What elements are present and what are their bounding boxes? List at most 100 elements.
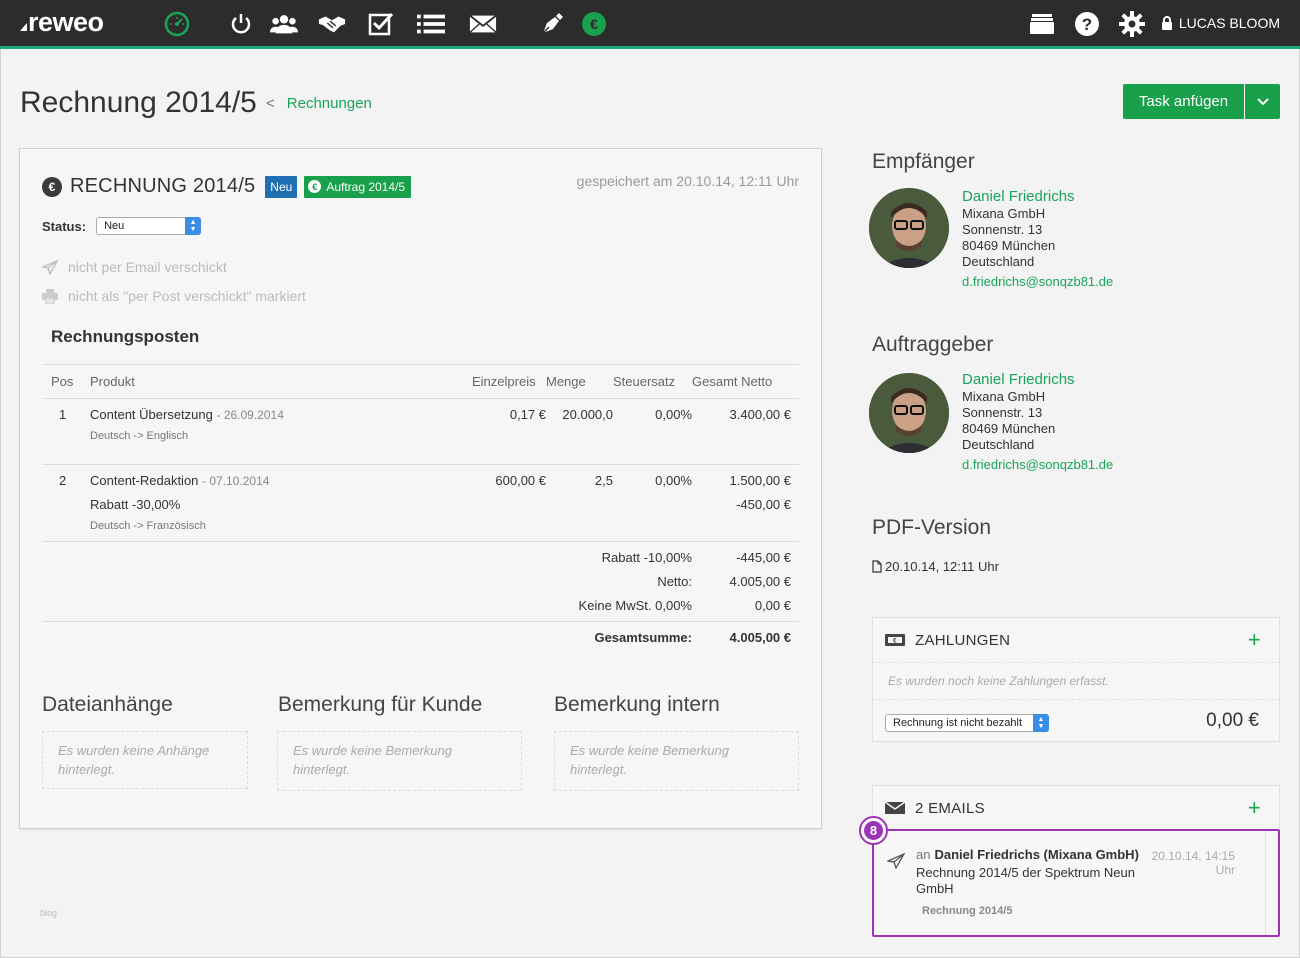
total-cell: 3.400,00 € — [729, 407, 791, 422]
user-menu[interactable]: LUCAS BLOOM — [1161, 15, 1280, 31]
email-tag: Rechnung 2014/5 — [922, 905, 1013, 917]
total-value: 0,00 € — [754, 597, 791, 613]
total-label: Netto: — [657, 573, 692, 589]
svg-text:€: € — [893, 639, 897, 645]
attachments-empty[interactable]: Es wurden keine Anhänge hinterlegt. — [42, 731, 248, 789]
total-row: Netto: 4.005,00 € — [42, 569, 799, 593]
table-row[interactable]: 2 Content-Redaktion - 07.10.2014 Rabatt … — [42, 464, 799, 544]
invoice-header: € RECHNUNG 2014/5 Neu € Auftrag 2014/5 — [42, 175, 412, 198]
total-row: Rabatt -10,00% -445,00 € — [42, 545, 799, 569]
svg-text:€: € — [590, 16, 598, 32]
finance-icon[interactable]: € — [580, 10, 608, 38]
archive-icon[interactable] — [1028, 10, 1056, 38]
recipient-contact: Daniel Friedrichs Mixana GmbH Sonnenstr.… — [962, 188, 1113, 290]
help-icon[interactable]: ? — [1073, 10, 1101, 38]
product-cell: Content Übersetzung - 26.09.2014 Deutsch… — [82, 399, 472, 442]
add-payment-button[interactable]: + — [1248, 627, 1261, 653]
product-note: Deutsch -> Französisch — [90, 519, 206, 532]
payment-status-select[interactable]: Rechnung ist nicht bezahlt ▲ ▼ — [885, 713, 1049, 732]
payments-title: ZAHLUNGEN — [915, 631, 1011, 649]
client-city: 80469 München — [962, 421, 1056, 436]
total-cell: 1.500,00 € -450,00 € — [692, 464, 799, 544]
pdf-file-link[interactable]: 20.10.14, 12:11 Uhr — [872, 559, 999, 574]
tasks-icon[interactable] — [367, 10, 395, 38]
table-row[interactable]: 1 Content Übersetzung - 26.09.2014 Deuts… — [42, 399, 799, 442]
payments-panel: € ZAHLUNGEN + Es wurden noch keine Zahlu… — [872, 617, 1280, 742]
client-country: Deutschland — [962, 437, 1035, 452]
recipient-country: Deutschland — [962, 254, 1035, 269]
client-company: Mixana GmbH — [962, 389, 1046, 404]
recipient-street: Sonnenstr. 13 — [962, 222, 1043, 237]
order-badge-label: Auftrag 2014/5 — [326, 179, 406, 194]
avatar — [869, 373, 949, 453]
price-cell: 0,17 € — [509, 407, 546, 422]
breadcrumb-link[interactable]: Rechnungen — [287, 95, 372, 112]
email-item-content: an Daniel Friedrichs (Mixana GmbH) Rechnu… — [874, 831, 1266, 935]
printer-icon — [42, 288, 58, 304]
discount-value: -450,00 € — [736, 496, 791, 512]
internal-note-title: Bemerkung intern — [554, 693, 720, 716]
email-state-text: nicht per Email verschickt — [68, 259, 227, 275]
avatar — [869, 188, 949, 268]
step-number: 8 — [864, 821, 883, 840]
pdf-file-label: 20.10.14, 12:11 Uhr — [885, 559, 999, 574]
person-photo-icon — [869, 373, 949, 453]
euro-icon: € — [42, 176, 62, 197]
product-date: - 26.09.2014 — [216, 408, 284, 422]
invoice-card: € RECHNUNG 2014/5 Neu € Auftrag 2014/5 ge… — [19, 148, 822, 829]
status-select-value: Neu — [104, 220, 125, 232]
pos-cell: 2 — [59, 472, 67, 488]
product-cell: Content-Redaktion - 07.10.2014 Rabatt -3… — [82, 464, 472, 544]
lock-icon — [1161, 16, 1172, 30]
email-item[interactable]: an Daniel Friedrichs (Mixana GmbH) Rechnu… — [872, 829, 1280, 937]
status-row: Status: Neu ▲ ▼ — [42, 217, 202, 235]
tax-cell: 0,00% — [655, 407, 692, 422]
settings-icon[interactable] — [1118, 10, 1146, 38]
client-street: Sonnenstr. 13 — [962, 405, 1043, 420]
pos-cell: 1 — [59, 407, 67, 422]
status-select[interactable]: Neu ▲ ▼ — [96, 217, 202, 235]
payment-status-row: Rechnung ist nicht bezahlt ▲ ▼ 0,00 € — [873, 700, 1279, 745]
qty-cell: 2,5 — [594, 472, 613, 488]
email-recipient: an Daniel Friedrichs (Mixana GmbH) — [916, 847, 1139, 862]
top-navigation-bar: reweo € ? LUCAS BLOOM — [0, 0, 1300, 49]
add-task-button[interactable]: Task anfügen — [1123, 84, 1245, 119]
recipient-title: Empfänger — [872, 150, 975, 173]
emails-panel: 2 EMAILS + — [872, 785, 1280, 835]
mail-icon[interactable] — [469, 10, 497, 38]
recipient-name-link[interactable]: Daniel Friedrichs — [962, 188, 1113, 206]
tax-cell: 0,00% — [655, 472, 692, 488]
payment-status-value: Rechnung ist nicht bezahlt — [893, 716, 1023, 729]
chevron-left-icon: < — [266, 95, 275, 112]
task-dropdown-button[interactable] — [1245, 84, 1280, 119]
grand-total-label: Gesamtsumme: — [594, 630, 692, 645]
cash-icon: € — [885, 634, 905, 646]
recipient-email-link[interactable]: d.friedrichs@sonqzb81.de — [962, 274, 1113, 290]
contacts-icon[interactable] — [270, 10, 298, 38]
email-state: nicht per Email verschickt — [42, 259, 227, 275]
qty-cell: 20.000,0 — [562, 407, 613, 422]
dashboard-icon[interactable] — [163, 10, 191, 38]
pen-icon[interactable] — [538, 10, 566, 38]
client-email-link[interactable]: d.friedrichs@sonqzb81.de — [962, 457, 1113, 473]
customer-note-empty[interactable]: Es wurde keine Bemerkung hinterlegt. — [277, 731, 522, 791]
list-icon[interactable] — [417, 10, 445, 38]
payments-empty: Es wurden noch keine Zahlungen erfasst. — [873, 662, 1279, 700]
totals-block: Rabatt -10,00% -445,00 € Netto: 4.005,00 €… — [42, 541, 799, 653]
reweo-logo[interactable]: reweo — [20, 7, 104, 38]
internal-note-empty[interactable]: Es wurde keine Bemerkung hinterlegt. — [554, 731, 799, 791]
power-icon[interactable] — [227, 10, 255, 38]
breadcrumb[interactable]: < Rechnungen — [266, 95, 372, 112]
client-name-link[interactable]: Daniel Friedrichs — [962, 371, 1113, 389]
discount-label: Rabatt -30,00% — [90, 496, 181, 512]
footer-link[interactable]: blog — [40, 908, 57, 918]
deals-icon[interactable] — [318, 10, 346, 38]
items-section-title: Rechnungsposten — [51, 327, 200, 346]
invoice-items-table: Pos Produkt Einzelpreis Menge Steuersatz… — [42, 364, 799, 544]
column-header: Produkt — [82, 364, 472, 399]
customer-note-title: Bemerkung für Kunde — [278, 693, 483, 716]
add-email-button[interactable]: + — [1248, 795, 1261, 821]
price-cell: 600,00 € — [495, 472, 546, 488]
page-title: Rechnung 2014/5 — [20, 86, 257, 119]
order-badge[interactable]: € Auftrag 2014/5 — [304, 175, 412, 198]
